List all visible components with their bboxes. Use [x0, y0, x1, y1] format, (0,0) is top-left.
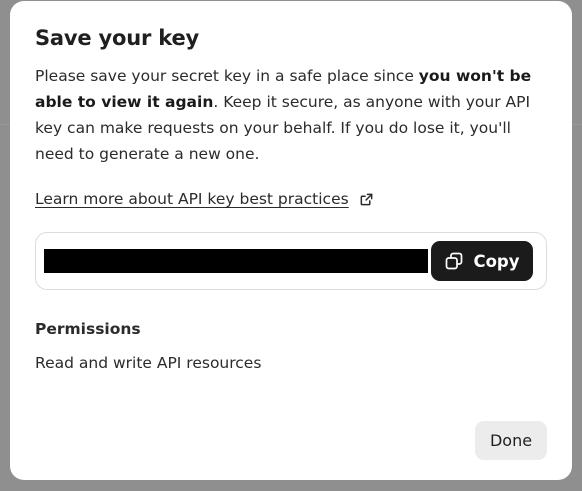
backdrop-divider	[572, 124, 582, 125]
backdrop-divider	[0, 124, 10, 125]
dialog-description: Please save your secret key in a safe pl…	[35, 63, 547, 167]
external-link-icon[interactable]	[359, 192, 374, 207]
learn-more-row: Learn more about API key best practices	[35, 187, 547, 211]
copy-icon	[444, 251, 464, 271]
description-text: Please save your secret key in a safe pl…	[35, 67, 419, 85]
dialog-title: Save your key	[35, 26, 200, 50]
secret-key-field: Copy	[35, 232, 547, 290]
save-key-dialog: Save your key Please save your secret ke…	[10, 1, 572, 480]
secret-key-value-redacted[interactable]	[44, 249, 428, 273]
copy-button-label: Copy	[473, 251, 520, 271]
learn-more-link[interactable]: Learn more about API key best practices	[35, 187, 349, 211]
permissions-heading: Permissions	[35, 320, 141, 338]
copy-button[interactable]: Copy	[431, 241, 533, 281]
done-button[interactable]: Done	[475, 421, 547, 460]
permissions-value: Read and write API resources	[35, 354, 262, 372]
